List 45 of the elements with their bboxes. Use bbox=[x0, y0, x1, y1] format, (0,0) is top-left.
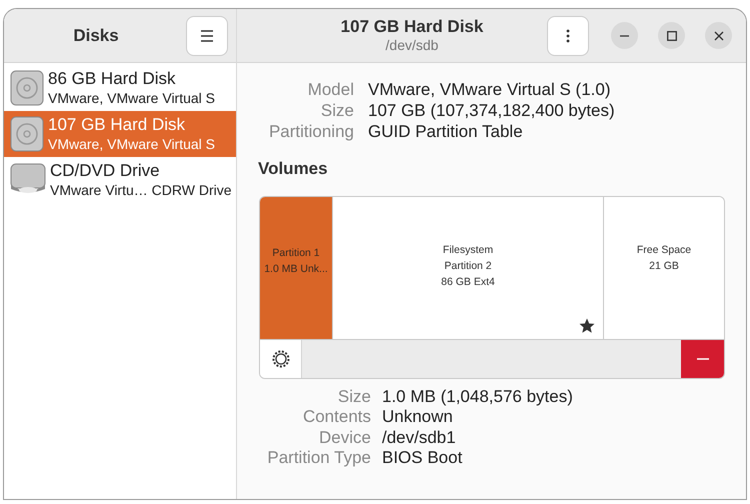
info-value: Unknown bbox=[382, 407, 454, 428]
close-button[interactable] bbox=[705, 22, 732, 49]
delete-button[interactable] bbox=[681, 340, 724, 378]
settings-icon bbox=[270, 348, 290, 368]
info-label: Partitioning bbox=[268, 121, 354, 142]
maximize-icon bbox=[666, 30, 676, 40]
maximize-button[interactable] bbox=[658, 22, 685, 49]
disk-name: 107 GB Hard Disk bbox=[48, 115, 186, 135]
partition-block[interactable]: Partition 1 1.0 MB Unk... bbox=[260, 196, 332, 338]
disk-detail: VMware, VMware Virtual S bbox=[48, 89, 216, 107]
disk-name: 86 GB Hard Disk bbox=[48, 69, 177, 89]
partition-label: Free Space bbox=[636, 242, 692, 258]
info-value: 1.0 MB (1,048,576 bytes) bbox=[382, 386, 574, 407]
menu-button[interactable] bbox=[186, 16, 228, 56]
sidebar-title: Disks bbox=[73, 24, 119, 47]
info-label: Model bbox=[306, 79, 354, 100]
partition-label: 1.0 MB Unk... bbox=[264, 262, 328, 276]
window-title: 107 GB Hard Disk bbox=[340, 17, 484, 37]
partition-label: Filesystem bbox=[442, 242, 494, 258]
more-icon bbox=[566, 28, 570, 42]
partition-block[interactable]: Free Space 21 GB bbox=[603, 196, 724, 338]
info-value: GUID Partition Table bbox=[368, 121, 524, 142]
menu-icon bbox=[200, 30, 214, 42]
info-value: BIOS Boot bbox=[382, 448, 464, 468]
info-label: Partition Type bbox=[266, 448, 371, 468]
disk-detail: VMware Virtu… CDRW Drive bbox=[50, 181, 232, 199]
info-label: Contents bbox=[302, 407, 371, 428]
info-value: VMware, VMware Virtual S (1.0) bbox=[368, 79, 612, 100]
close-icon bbox=[714, 30, 724, 40]
info-label: Size bbox=[320, 100, 354, 121]
info-label: Size bbox=[336, 386, 371, 407]
partition-label: Partition 1 bbox=[272, 246, 320, 260]
info-value: /dev/sdb1 bbox=[382, 428, 457, 448]
minimize-icon bbox=[620, 34, 629, 36]
disk-detail: VMware, VMware Virtual S bbox=[48, 135, 216, 153]
partition-label: Partition 2 bbox=[444, 258, 492, 274]
minus-icon bbox=[696, 358, 708, 360]
disk-name: CD/DVD Drive bbox=[50, 161, 161, 181]
section-heading: Volumes bbox=[258, 158, 329, 180]
settings-button[interactable] bbox=[260, 340, 302, 378]
info-label: Device bbox=[318, 428, 371, 448]
info-value: 107 GB (107,374,182,400 bytes) bbox=[368, 100, 616, 121]
partition-label: 21 GB bbox=[649, 258, 679, 274]
partition-label: 86 GB Ext4 bbox=[441, 274, 495, 290]
window-subtitle: /dev/sdb bbox=[386, 37, 438, 54]
